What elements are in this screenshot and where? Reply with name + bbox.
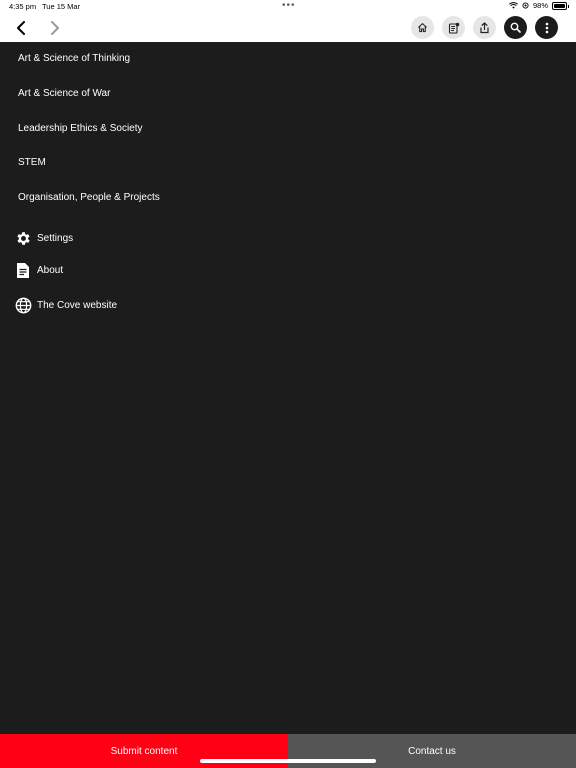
top-toolbar	[0, 14, 576, 42]
chevron-left-icon	[17, 21, 25, 35]
share-button[interactable]	[473, 16, 496, 39]
menu-item-art-science-war[interactable]: Art & Science of War	[18, 88, 110, 99]
about-label: About	[37, 264, 64, 276]
settings-link[interactable]: Settings	[14, 229, 73, 247]
home-indicator[interactable]	[200, 759, 376, 763]
notes-icon	[448, 22, 459, 34]
about-link[interactable]: About	[14, 261, 63, 279]
more-vertical-icon	[545, 22, 548, 33]
website-link[interactable]: The Cove website	[14, 296, 117, 314]
home-button[interactable]	[411, 16, 434, 39]
battery-percent: 98%	[532, 1, 548, 10]
forward-button[interactable]	[46, 19, 64, 37]
share-icon	[480, 21, 489, 33]
wifi-icon	[509, 2, 518, 9]
chevron-right-icon	[51, 21, 59, 35]
location-icon	[522, 2, 529, 9]
document-icon	[14, 261, 32, 279]
search-button[interactable]	[504, 16, 527, 39]
status-indicators: 98%	[509, 1, 569, 10]
battery-cap	[567, 4, 569, 8]
menu-item-organisation[interactable]: Organisation, People & Projects	[18, 192, 160, 203]
battery-icon	[552, 1, 569, 10]
battery-fill	[554, 3, 565, 8]
menu-item-art-science-thinking[interactable]: Art & Science of Thinking	[18, 53, 130, 64]
status-date: Tue 15 Mar	[42, 2, 81, 11]
back-button[interactable]	[12, 19, 30, 37]
home-icon	[417, 23, 428, 33]
status-bar: 4:35 pm Tue 15 Mar ••• 98%	[0, 0, 576, 14]
search-icon	[510, 22, 521, 33]
website-label: The Cove website	[37, 299, 118, 311]
notes-button[interactable]	[442, 16, 465, 39]
multitasking-dots-icon[interactable]: •••	[282, 0, 296, 11]
settings-label: Settings	[37, 232, 74, 244]
globe-icon	[14, 296, 32, 314]
status-time: 4:35 pm	[9, 2, 37, 11]
more-button[interactable]	[535, 16, 558, 39]
gear-icon	[14, 229, 32, 247]
menu-item-leadership-ethics[interactable]: Leadership Ethics & Society	[18, 123, 143, 134]
menu-item-stem[interactable]: STEM	[18, 157, 46, 168]
